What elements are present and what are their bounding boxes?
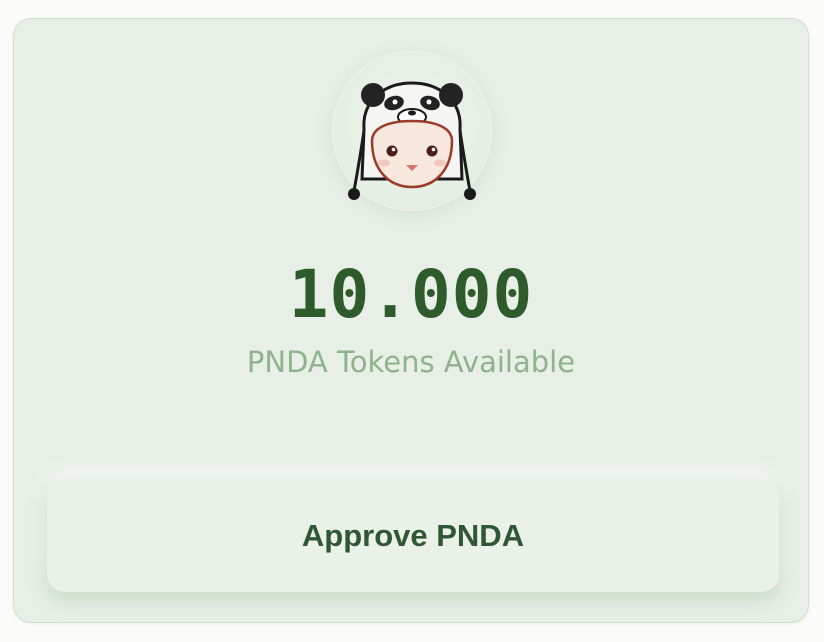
token-amount: 10.000	[288, 256, 534, 333]
approve-button-label: Approve PNDA	[301, 518, 525, 553]
token-avatar	[332, 51, 492, 211]
panda-hat-icon	[348, 81, 476, 200]
approve-button[interactable]: Approve PNDA	[47, 480, 779, 592]
token-card: 10.000 PNDA Tokens Available Approve PND…	[13, 18, 809, 623]
token-description: PNDA Tokens Available	[246, 345, 576, 379]
